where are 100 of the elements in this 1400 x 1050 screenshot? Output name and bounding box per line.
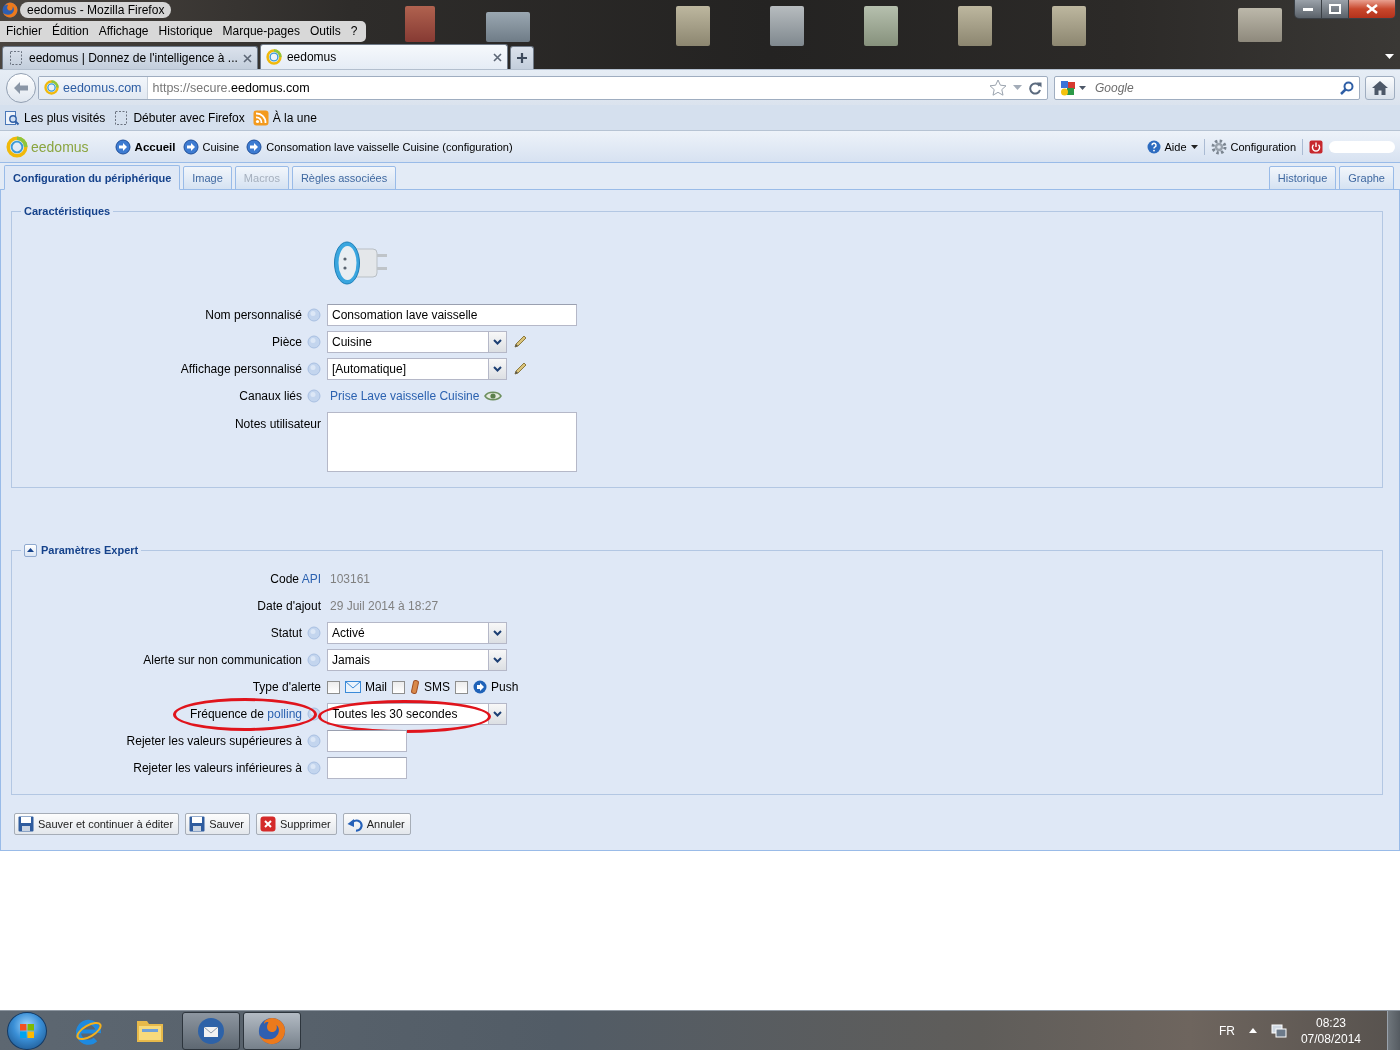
browser-tab[interactable]: eedomus | Donnez de l'intelligence à ... — [2, 46, 258, 69]
restore-button[interactable] — [1322, 0, 1349, 18]
dropdown-field[interactable]: Activé — [327, 622, 507, 644]
minimize-button[interactable] — [1295, 0, 1322, 18]
caret-icon — [493, 657, 502, 663]
menu-item[interactable]: Fichier — [1, 21, 47, 42]
pencil-icon[interactable] — [512, 361, 528, 377]
clock-date[interactable]: 07/08/2014 — [1300, 1030, 1361, 1047]
menu-item[interactable]: Marque-pages — [217, 21, 305, 42]
address-bar[interactable]: eedomus.com https://secure.eedomus.com — [38, 75, 1048, 100]
show-desktop-button[interactable] — [1387, 1011, 1400, 1050]
language-indicator[interactable]: FR — [1218, 1023, 1235, 1038]
text-field[interactable]: Consomation lave vaisselle — [327, 304, 577, 326]
bookmark-item[interactable]: Les plus visités — [4, 109, 106, 126]
browser-tab[interactable]: eedomus — [259, 44, 508, 69]
notes-field[interactable] — [327, 412, 577, 472]
close-button[interactable] — [1349, 0, 1395, 18]
link[interactable]: API — [301, 572, 321, 586]
new-tab-button[interactable] — [509, 46, 534, 69]
close-icon[interactable] — [242, 53, 252, 63]
close-icon[interactable] — [492, 52, 502, 62]
site-identity-button[interactable]: eedomus.com — [39, 76, 148, 99]
arrow-circle-icon — [114, 138, 131, 155]
dropdown-field[interactable]: Cuisine — [327, 331, 507, 353]
dropdown-field[interactable]: Toutes les 30 secondes — [327, 703, 507, 725]
clock-time[interactable]: 08:23 — [1315, 1014, 1346, 1031]
home-button[interactable] — [1365, 75, 1395, 100]
tab[interactable]: Règles associées — [291, 166, 397, 190]
search-field[interactable]: Google — [1054, 75, 1360, 100]
network-icon[interactable] — [1270, 1023, 1287, 1038]
field-label: Date d'ajout — [257, 599, 321, 613]
caret-icon — [27, 548, 34, 552]
gear-icon — [1210, 138, 1227, 155]
start-button[interactable] — [7, 1011, 47, 1050]
bookmark-item[interactable]: À la une — [252, 109, 317, 126]
taskbar-button[interactable] — [243, 1011, 301, 1050]
collapse-button[interactable] — [24, 543, 37, 557]
link[interactable]: Prise Lave vaisselle Cuisine — [330, 389, 480, 403]
tab[interactable]: Historique — [1268, 166, 1337, 190]
field-label: Notes utilisateur — [234, 417, 321, 431]
pencil-icon[interactable] — [512, 334, 528, 350]
checkbox[interactable] — [392, 680, 405, 694]
field-label: Code API — [270, 572, 321, 586]
dropdown-field[interactable]: Jamais — [327, 649, 507, 671]
search-engine-icon[interactable] — [1060, 79, 1076, 96]
menu-item[interactable]: Affichage — [93, 21, 154, 42]
menu-item[interactable]: ? — [345, 21, 363, 42]
checkbox[interactable] — [327, 680, 340, 694]
checkbox[interactable] — [455, 680, 469, 694]
text-field[interactable] — [327, 757, 407, 779]
browser-fox-icon — [2, 2, 18, 18]
breadcrumb-link[interactable]: Cuisine — [182, 137, 240, 156]
dropdown-field[interactable]: [Automatique] — [327, 358, 507, 380]
checkbox-label[interactable]: Mail — [365, 680, 387, 694]
tray-arrow-icon[interactable] — [1248, 1028, 1257, 1033]
desktop-file-icon — [1052, 6, 1086, 46]
help-icon — [1146, 139, 1161, 154]
menu-item[interactable]: Historique — [153, 21, 218, 42]
power-icon[interactable] — [1309, 139, 1323, 154]
field-value: 29 Juil 2014 à 18:27 — [330, 599, 439, 613]
breadcrumb-link[interactable]: Consomation lave vaisselle Cuisine (configuration) — [246, 137, 513, 156]
cancel-button[interactable]: Annuler — [342, 813, 411, 835]
caret-icon[interactable] — [1079, 85, 1086, 90]
bookmark-star-icon[interactable] — [989, 79, 1007, 96]
search-input[interactable]: Google — [1089, 77, 1337, 98]
caret-icon — [493, 630, 502, 636]
delete-button[interactable]: Supprimer — [256, 813, 337, 835]
desktop-file-icon — [405, 6, 435, 42]
ring-icon — [6, 135, 28, 158]
bookmark-item[interactable]: Débuter avec Firefox — [113, 109, 245, 126]
taskbar-button[interactable] — [182, 1011, 240, 1050]
desktop-file-icon — [770, 6, 804, 46]
checkbox-label[interactable]: Push — [491, 680, 519, 694]
text-field[interactable] — [327, 730, 407, 752]
arrow-circle-icon — [182, 138, 199, 155]
menu-item[interactable]: Édition — [47, 21, 94, 42]
menu-item[interactable]: Outils — [304, 21, 346, 42]
caret-icon[interactable] — [1385, 54, 1394, 59]
field-label: Statut — [270, 626, 302, 640]
reload-icon[interactable] — [1028, 80, 1042, 95]
breadcrumb-link[interactable]: Accueil — [114, 137, 176, 156]
help-icon[interactable] — [307, 707, 321, 721]
back-button[interactable] — [6, 72, 36, 103]
link[interactable]: polling — [267, 707, 302, 721]
help-menu-button[interactable]: Aide — [1146, 139, 1198, 154]
checkbox-label[interactable]: SMS — [424, 680, 451, 694]
tab[interactable]: Configuration du périphérique — [4, 165, 181, 190]
mail-app-icon — [197, 1016, 225, 1045]
tab[interactable]: Graphe — [1339, 166, 1394, 190]
save-button[interactable]: Sauver — [185, 813, 250, 835]
eye-icon[interactable] — [484, 390, 503, 402]
caret-icon — [493, 366, 502, 372]
save-button[interactable]: Sauver et continuer à éditer — [14, 813, 180, 835]
settings-link[interactable]: Configuration — [1210, 138, 1296, 155]
tab[interactable]: Image — [183, 166, 232, 190]
feed-icon — [252, 109, 269, 126]
window-title: eedomus - Mozilla Firefox — [20, 2, 172, 18]
field-label: Fréquence de polling — [189, 707, 302, 721]
search-icon[interactable] — [1340, 80, 1354, 95]
field-label: Rejeter les valeurs inférieures à — [133, 761, 302, 775]
